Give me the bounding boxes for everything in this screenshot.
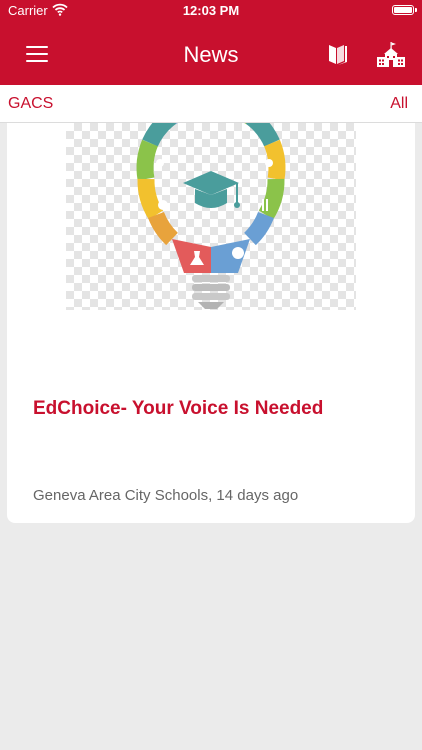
all-filter-button[interactable]: All: [390, 95, 408, 113]
school-filter-button[interactable]: GACS: [8, 95, 53, 113]
article-image[interactable]: [66, 100, 356, 310]
battery-icon: [392, 5, 417, 15]
lightbulb-graduation-icon: [136, 100, 286, 309]
article-meta: Geneva Area City Schools, 14 days ago: [33, 487, 299, 504]
news-card[interactable]: EdChoice- Your Voice Is Needed Geneva Ar…: [7, 100, 415, 523]
book-icon[interactable]: [326, 42, 350, 66]
page-title: News: [183, 42, 239, 67]
status-bar: Carrier 12:03 PM: [0, 0, 422, 22]
article-headline[interactable]: EdChoice- Your Voice Is Needed: [33, 398, 323, 420]
navigation-bar: News: [0, 22, 422, 85]
school-building-icon[interactable]: [376, 42, 406, 68]
filter-bar: GACS All: [0, 85, 422, 123]
clock: 12:03 PM: [182, 3, 240, 18]
